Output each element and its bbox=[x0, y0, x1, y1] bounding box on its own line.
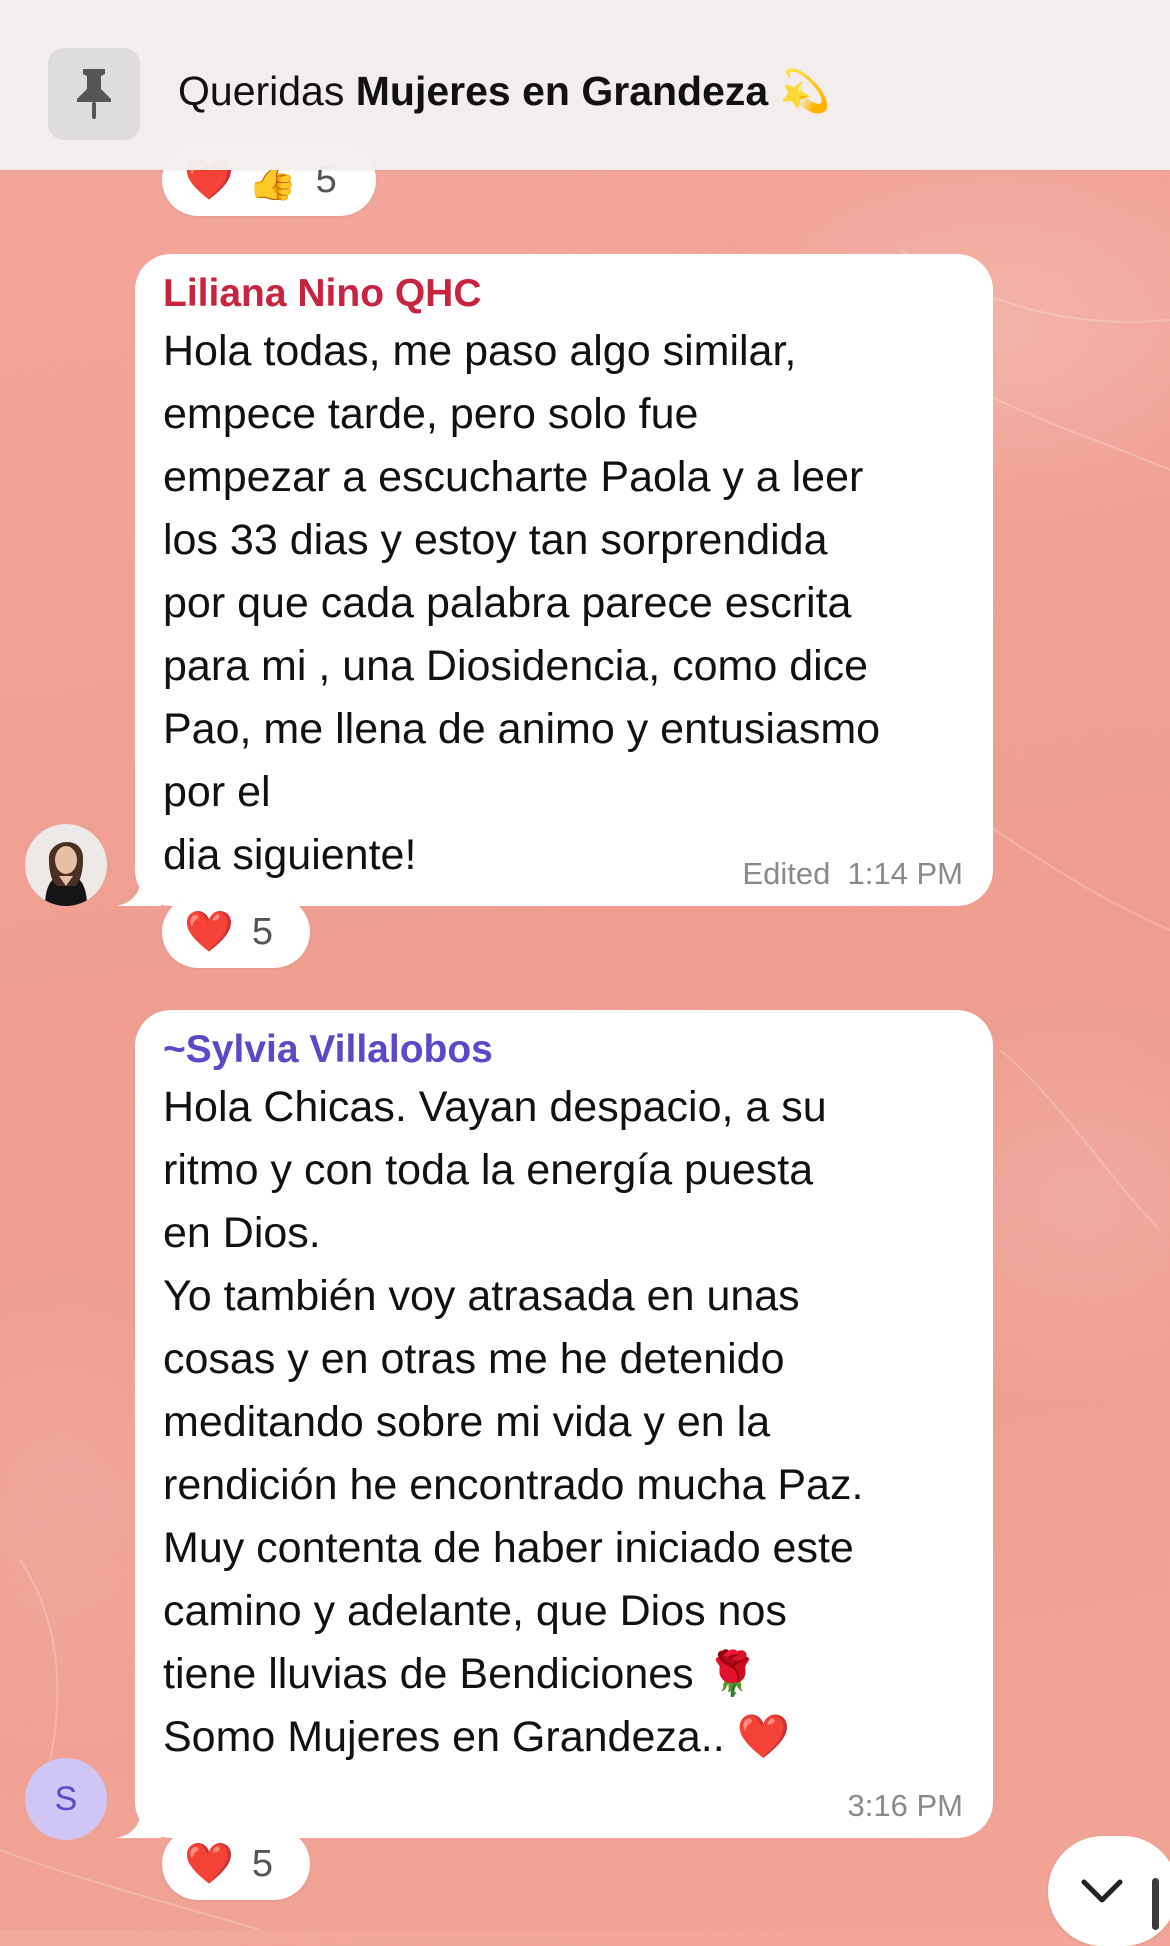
message-bubble-sylvia[interactable]: ~Sylvia Villalobos Hola Chicas. Vayan de… bbox=[117, 1010, 993, 1838]
avatar-liliana[interactable] bbox=[25, 824, 107, 906]
bubble-tail bbox=[117, 1798, 161, 1838]
bubble-tail bbox=[117, 866, 161, 906]
message-text: Hola Chicas. Vayan despacio, a su ritmo … bbox=[163, 1083, 864, 1761]
reaction-pill-liliana[interactable]: ❤️ 5 bbox=[162, 896, 310, 968]
sender-name[interactable]: ~Sylvia Villalobos bbox=[163, 1026, 965, 1074]
edited-label: Edited bbox=[742, 856, 831, 891]
profile-photo bbox=[25, 824, 107, 906]
scrollbar[interactable] bbox=[1152, 1878, 1159, 1930]
chevron-down-icon bbox=[1081, 1879, 1123, 1903]
message-meta: 3:16 PM bbox=[848, 1788, 963, 1824]
sparkle-emoji: 💫 bbox=[779, 68, 831, 114]
pinned-title: Queridas Mujeres en Grandeza 💫 bbox=[178, 68, 831, 116]
pinned-title-bold: Mujeres en Grandeza bbox=[355, 68, 769, 114]
heart-emoji: ❤️ bbox=[184, 910, 234, 954]
avatar-sylvia[interactable]: S bbox=[25, 1758, 107, 1840]
pinned-message-bar[interactable]: Queridas Mujeres en Grandeza 💫 bbox=[0, 0, 1170, 170]
pinned-title-prefix: Queridas bbox=[178, 68, 356, 114]
sender-name-text: Sylvia Villalobos bbox=[185, 1028, 493, 1071]
pin-icon bbox=[77, 69, 111, 119]
reaction-pill-sylvia[interactable]: ❤️ 5 bbox=[162, 1828, 310, 1900]
reaction-count: 5 bbox=[251, 910, 273, 953]
message-meta: Edited 1:14 PM bbox=[742, 856, 963, 892]
reaction-count: 5 bbox=[251, 1842, 273, 1885]
message-bubble-liliana[interactable]: Liliana Nino QHC Hola todas, me paso alg… bbox=[117, 254, 993, 906]
pin-button[interactable] bbox=[48, 48, 140, 140]
message-time: 3:16 PM bbox=[847, 1788, 963, 1823]
sender-name[interactable]: Liliana Nino QHC bbox=[163, 270, 965, 318]
heart-emoji: ❤️ bbox=[184, 1842, 234, 1886]
message-time: 1:14 PM bbox=[847, 856, 963, 891]
message-text: Hola todas, me paso algo similar, empece… bbox=[163, 327, 881, 879]
sender-prefix: ~ bbox=[163, 1028, 186, 1071]
